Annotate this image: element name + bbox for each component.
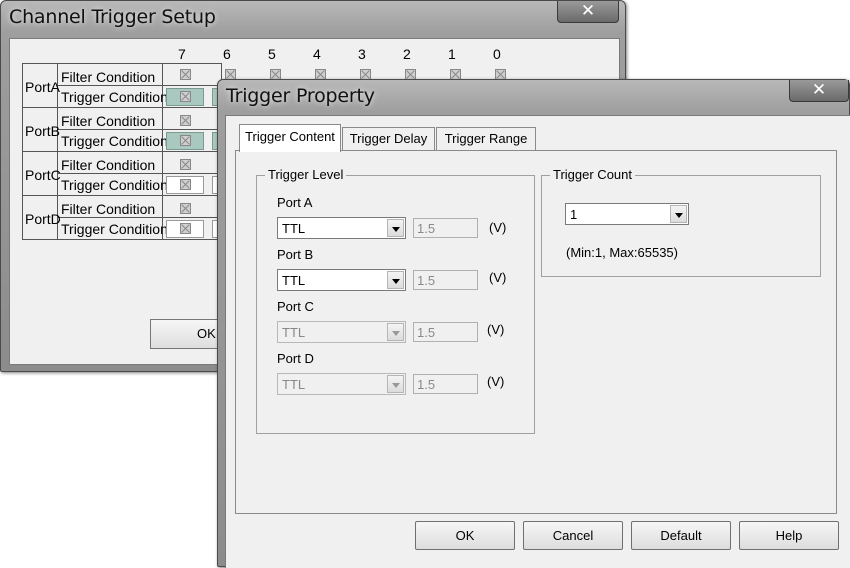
port-b-label: PortB <box>25 123 61 139</box>
grid-divider <box>57 85 222 86</box>
port-d-trigger-label: Trigger Condition <box>61 221 168 237</box>
port-c-filter-label: Filter Condition <box>61 157 156 173</box>
trigger-count-group: Trigger Count <box>541 167 821 277</box>
port-a-label: PortA <box>25 79 61 95</box>
chevron-down-icon[interactable] <box>670 205 687 223</box>
port-b-filter-label: Filter Condition <box>61 113 156 129</box>
select-value: TTL <box>282 273 306 288</box>
port-b-level-input[interactable]: 1.5 <box>413 270 478 290</box>
port-d-label: PortD <box>25 211 61 227</box>
bit-header-7: 7 <box>178 46 186 62</box>
port-a-trigger-label: Trigger Condition <box>61 89 168 105</box>
port-c-label: Port C <box>277 299 314 314</box>
window-title: Channel Trigger Setup <box>9 6 216 28</box>
bit-header-5: 5 <box>268 46 276 62</box>
port-c-trigger-label: Trigger Condition <box>61 177 168 193</box>
chevron-down-icon[interactable] <box>387 219 404 237</box>
close-icon: ✕ <box>580 1 596 21</box>
bit-header-2: 2 <box>403 46 411 62</box>
select-value: TTL <box>282 325 306 340</box>
close-button[interactable]: ✕ <box>557 1 619 23</box>
bit-header-4: 4 <box>313 46 321 62</box>
window-title: Trigger Property <box>226 85 375 107</box>
select-value: 1 <box>570 207 578 222</box>
close-icon: ✕ <box>811 80 827 100</box>
bit-header-3: 3 <box>358 46 366 62</box>
port-b-label: Port B <box>277 247 314 262</box>
ok-button[interactable]: OK <box>415 521 515 550</box>
port-a-type-select[interactable]: TTL <box>277 217 406 239</box>
trigger-level-title: Trigger Level <box>265 167 347 182</box>
port-c-unit: (V) <box>487 322 505 337</box>
default-button[interactable]: Default <box>631 521 731 550</box>
port-b-type-select[interactable]: TTL <box>277 269 406 291</box>
port-d-level-input[interactable]: 1.5 <box>413 374 478 394</box>
filter-checkbox[interactable] <box>180 69 191 80</box>
trigger-checkbox[interactable] <box>180 91 191 102</box>
cancel-button[interactable]: Cancel <box>523 521 623 550</box>
bit-header-1: 1 <box>448 46 456 62</box>
filter-checkbox[interactable] <box>180 203 191 214</box>
port-d-label: Port D <box>277 351 314 366</box>
port-b-trigger-label: Trigger Condition <box>61 133 168 149</box>
port-d-filter-label: Filter Condition <box>61 201 156 217</box>
grid-divider <box>22 195 222 196</box>
trigger-checkbox[interactable] <box>180 135 191 146</box>
grid-divider <box>57 217 222 218</box>
grid-divider <box>57 129 222 130</box>
trigger-checkbox[interactable] <box>180 223 191 234</box>
port-c-level-input[interactable]: 1.5 <box>413 322 478 342</box>
port-a-label: Port A <box>277 195 313 210</box>
select-value: TTL <box>282 221 306 236</box>
grid-divider <box>22 107 222 108</box>
chevron-down-icon[interactable] <box>387 323 404 341</box>
tab-panel: Trigger Level Port A TTL 1.5 (V) Port B … <box>235 150 837 514</box>
trigger-count-select[interactable]: 1 <box>565 203 689 225</box>
port-b-unit: (V) <box>489 270 507 285</box>
trigger-checkbox[interactable] <box>180 179 191 190</box>
filter-checkbox[interactable] <box>180 159 191 170</box>
grid-divider <box>57 173 222 174</box>
tab-trigger-delay[interactable]: Trigger Delay <box>342 127 435 151</box>
bit-header-6: 6 <box>223 46 231 62</box>
chevron-down-icon[interactable] <box>387 271 404 289</box>
port-a-unit: (V) <box>489 220 507 235</box>
trigger-count-hint: (Min:1, Max:65535) <box>566 245 678 260</box>
ok-button[interactable]: OK <box>150 319 220 349</box>
port-d-unit: (V) <box>487 374 505 389</box>
tab-trigger-range[interactable]: Trigger Range <box>436 127 536 151</box>
port-c-label: PortC <box>25 167 61 183</box>
port-c-type-select[interactable]: TTL <box>277 321 406 343</box>
port-a-filter-label: Filter Condition <box>61 69 156 85</box>
close-button[interactable]: ✕ <box>789 80 849 102</box>
filter-checkbox[interactable] <box>180 115 191 126</box>
select-value: TTL <box>282 377 306 392</box>
help-button[interactable]: Help <box>739 521 839 550</box>
grid-divider <box>22 151 222 152</box>
trigger-count-title: Trigger Count <box>550 167 635 182</box>
tab-trigger-content[interactable]: Trigger Content <box>239 124 341 152</box>
port-a-level-input[interactable]: 1.5 <box>413 218 478 238</box>
chevron-down-icon[interactable] <box>387 375 404 393</box>
port-d-type-select[interactable]: TTL <box>277 373 406 395</box>
bit-header-0: 0 <box>493 46 501 62</box>
